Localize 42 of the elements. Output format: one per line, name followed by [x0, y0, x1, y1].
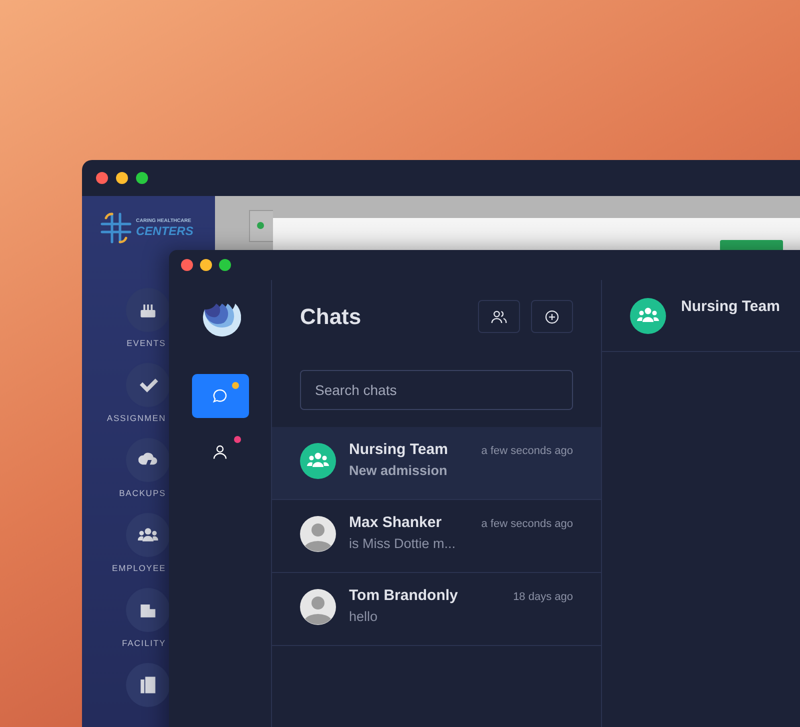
message-preview: New admission: [349, 463, 448, 478]
nav-label[interactable]: FACILITY: [122, 638, 166, 648]
new-chat-button[interactable]: [531, 300, 573, 333]
close-button[interactable]: [181, 259, 193, 271]
nav-label[interactable]: BACKUPS: [119, 488, 166, 498]
chat-name: Max Shanker: [349, 514, 442, 531]
conversation-title: Nursing Team: [681, 298, 780, 315]
chat-time: 18 days ago: [513, 591, 573, 603]
logo-icon: [98, 210, 134, 246]
person-avatar: [300, 589, 336, 625]
maximize-button[interactable]: [219, 259, 231, 271]
chats-title: Chats: [300, 304, 362, 330]
group-avatar: [300, 443, 336, 479]
chat-icon: [211, 387, 229, 405]
maximize-button[interactable]: [136, 172, 148, 184]
nav-label[interactable]: ASSIGNMEN: [106, 413, 166, 423]
message-preview: is Miss Dottie m...: [349, 536, 457, 551]
input-field[interactable]: [249, 210, 273, 242]
minimize-button[interactable]: [200, 259, 212, 271]
brand-name: CENTERS: [136, 224, 194, 238]
cake-nav-icon[interactable]: [126, 288, 170, 332]
chat-name: Tom Brandonly: [349, 587, 458, 604]
chat-item[interactable]: Max Shanker a few seconds ago is Miss Dottie m...: [272, 500, 601, 573]
chat-item[interactable]: Nursing Team a few seconds ago New admission: [272, 427, 601, 500]
plus-circle-icon: [543, 308, 561, 326]
chat-time: a few seconds ago: [481, 518, 573, 530]
contacts-button[interactable]: [478, 300, 520, 333]
chat-time: a few seconds ago: [481, 445, 573, 457]
nav-label[interactable]: EVENTS: [126, 338, 166, 348]
chat-item[interactable]: Tom Brandonly 18 days ago hello: [272, 573, 601, 646]
close-button[interactable]: [96, 172, 108, 184]
nav-label[interactable]: EMPLOYEE: [112, 563, 166, 573]
message-preview: hello: [349, 609, 379, 624]
person-icon: [211, 443, 229, 461]
people-nav-icon[interactable]: [126, 513, 170, 557]
person-avatar: [300, 516, 336, 552]
search-field[interactable]: Search chats: [300, 370, 573, 410]
group-avatar: [630, 298, 666, 334]
minimize-button[interactable]: [116, 172, 128, 184]
chat-name: Nursing Team: [349, 441, 448, 458]
cloud-nav-icon[interactable]: [126, 438, 170, 482]
checks-nav-icon[interactable]: [126, 363, 170, 407]
